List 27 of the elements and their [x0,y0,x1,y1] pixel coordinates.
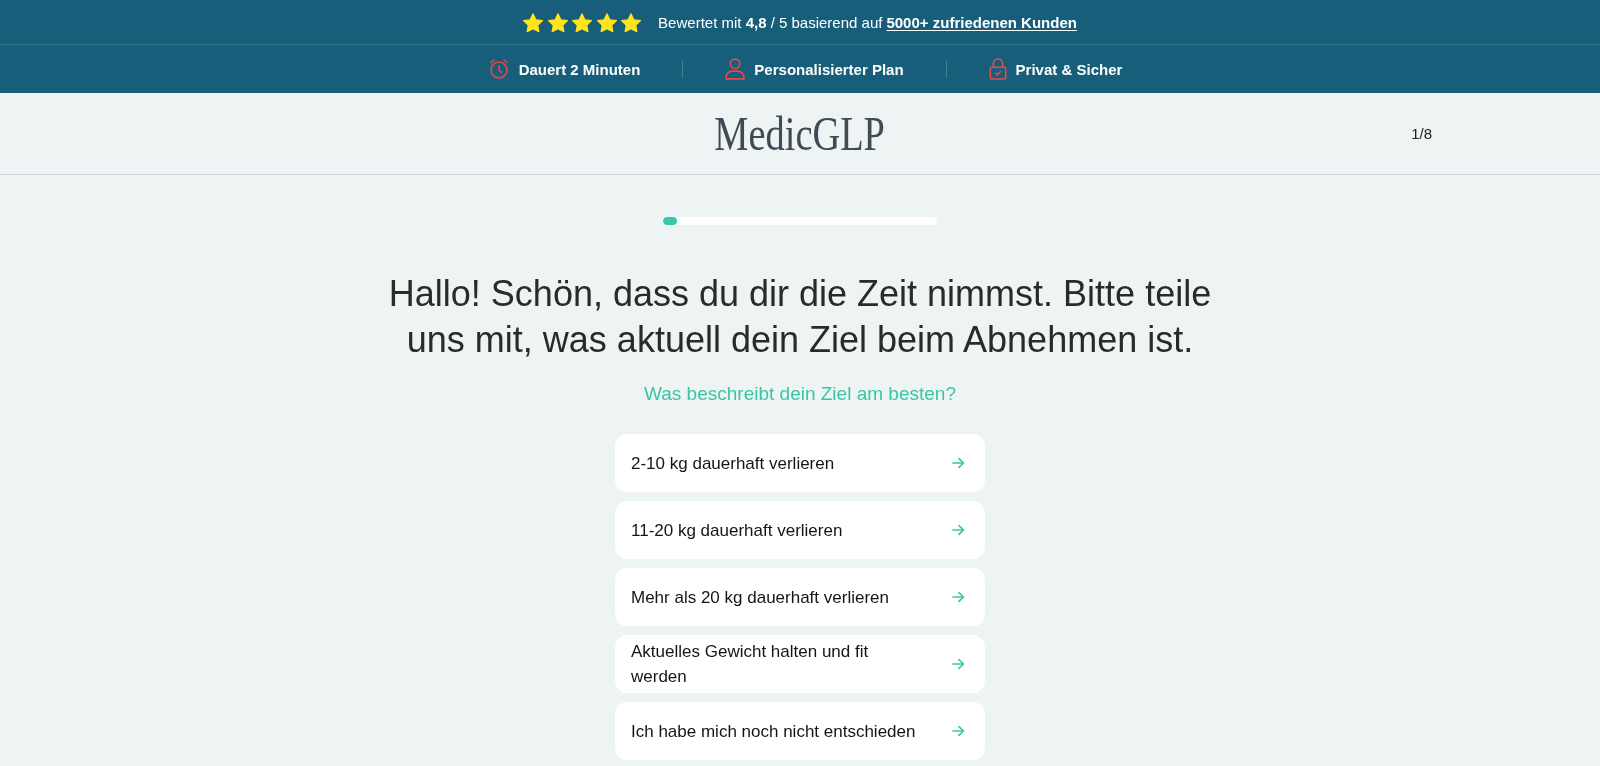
clock-icon [487,58,510,80]
arrow-icon [952,725,965,737]
step-counter: 1/8 [1411,125,1432,142]
arrow-icon [952,658,965,670]
feature-label: Personalisierter Plan [754,60,904,78]
option-button[interactable]: Mehr als 20 kg dauerhaft verlieren [615,568,985,626]
person-icon [725,58,746,80]
star-icon [621,12,642,32]
rating-text: Bewertet mit 4,8 / 5 basierend auf 5000+ zufriedenen Kunden [658,13,1077,31]
question-subtitle: Was beschreibt dein Ziel am besten? [644,382,956,406]
star-icon [523,12,544,32]
star-icon [596,12,617,32]
arrow-icon [952,457,965,469]
feature-label: Privat & Sicher [1015,60,1123,78]
option-button[interactable]: Aktuelles Gewicht halten und fit werden [615,635,985,693]
arrow-icon [952,591,965,603]
option-button[interactable]: 11-20 kg dauerhaft verlieren [615,501,985,559]
option-button[interactable]: 2-10 kg dauerhaft verlieren [615,434,985,492]
question-title: Hallo! Schön, dass du dir die Zeit nimmst. Bitte teile uns mit, was aktuell dein Ziel beim Abnehmen ist. [387,272,1213,362]
star-icon [547,12,568,32]
lock-icon [988,58,1007,80]
reviews-link[interactable]: 5000+ zufriedenen Kunden [886,13,1077,31]
arrow-icon [952,524,965,536]
star-icon [572,12,593,32]
logo: MedicGLP [714,105,886,162]
option-button[interactable]: Ich habe mich noch nicht entschieden [615,702,985,760]
feature-label: Dauert 2 Minuten [518,60,641,78]
